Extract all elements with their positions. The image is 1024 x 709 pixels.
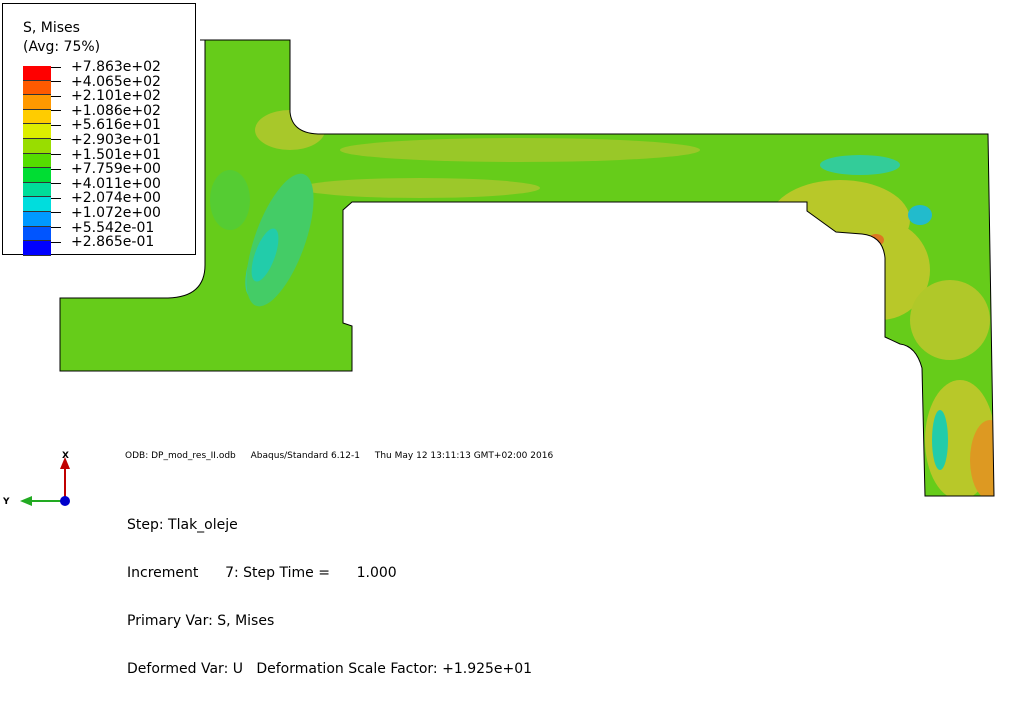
model-viewport[interactable]: S, Mises (Avg: 75%) +7.863e+02 +4.065e+02… — [0, 0, 1024, 677]
legend-swatch — [23, 211, 51, 227]
legend-swatch — [23, 226, 51, 242]
x-axis-label: X — [62, 451, 69, 461]
part-outline — [59, 39, 995, 497]
legend-value: +7.759e+00 — [51, 162, 161, 177]
primary-var-label: Primary Var: S, Mises — [127, 613, 275, 629]
legend-value: +5.616e+01 — [51, 118, 161, 133]
legend-value: +2.101e+02 — [51, 89, 161, 104]
legend-swatch — [23, 168, 51, 183]
legend-labels: +7.863e+02 +4.065e+02 +2.101e+02 +1.086e+02… — [51, 60, 161, 250]
legend-swatch — [23, 109, 51, 125]
legend-value: +1.086e+02 — [51, 104, 161, 119]
legend-swatch — [23, 66, 51, 81]
legend-value: +1.501e+01 — [51, 147, 161, 163]
z-axis-dot — [60, 496, 70, 506]
legend-value: +1.072e+00 — [51, 206, 161, 221]
legend-value: +7.863e+02 — [51, 60, 161, 75]
legend-value: +2.903e+01 — [51, 133, 161, 148]
legend-swatch — [23, 182, 51, 198]
legend-swatch — [23, 241, 51, 256]
odb-info-line: ODB: DP_mod_res_II.odb Abaqus/Standard 6… — [125, 451, 565, 461]
legend-swatches — [23, 66, 51, 256]
y-axis-arrow — [20, 496, 32, 506]
axis-triad: X Y — [2, 451, 70, 507]
legend: S, Mises (Avg: 75%) +7.863e+02 +4.065e+02… — [2, 3, 196, 256]
legend-swatch — [23, 138, 51, 154]
legend-swatch — [23, 124, 51, 139]
step-info: Step: Tlak_oleje Increment 7: Step Time … — [127, 485, 532, 709]
legend-value: +2.865e-01 — [51, 235, 161, 250]
y-axis-label: Y — [2, 497, 10, 507]
legend-value: +2.074e+00 — [51, 191, 161, 206]
odb-date: Thu May 12 13:11:13 GMT+02:00 2016 — [374, 451, 554, 461]
step-label: Step: Tlak_oleje — [127, 517, 238, 533]
legend-value: +4.065e+02 — [51, 74, 161, 90]
legend-title: S, Mises — [23, 20, 80, 36]
deformed-var-label: Deformed Var: U Deformation Scale Factor… — [127, 661, 533, 677]
legend-value: +4.011e+00 — [51, 177, 161, 192]
increment-label: Increment 7: Step Time = 1.000 — [127, 565, 397, 581]
legend-swatch — [23, 95, 51, 110]
legend-swatch — [23, 197, 51, 212]
odb-solver: Abaqus/Standard 6.12-1 — [250, 451, 360, 461]
legend-value: +5.542e-01 — [51, 220, 161, 236]
legend-swatch — [23, 153, 51, 169]
odb-file: ODB: DP_mod_res_II.odb — [125, 451, 236, 461]
legend-swatch — [23, 80, 51, 96]
legend-subtitle: (Avg: 75%) — [23, 39, 101, 55]
